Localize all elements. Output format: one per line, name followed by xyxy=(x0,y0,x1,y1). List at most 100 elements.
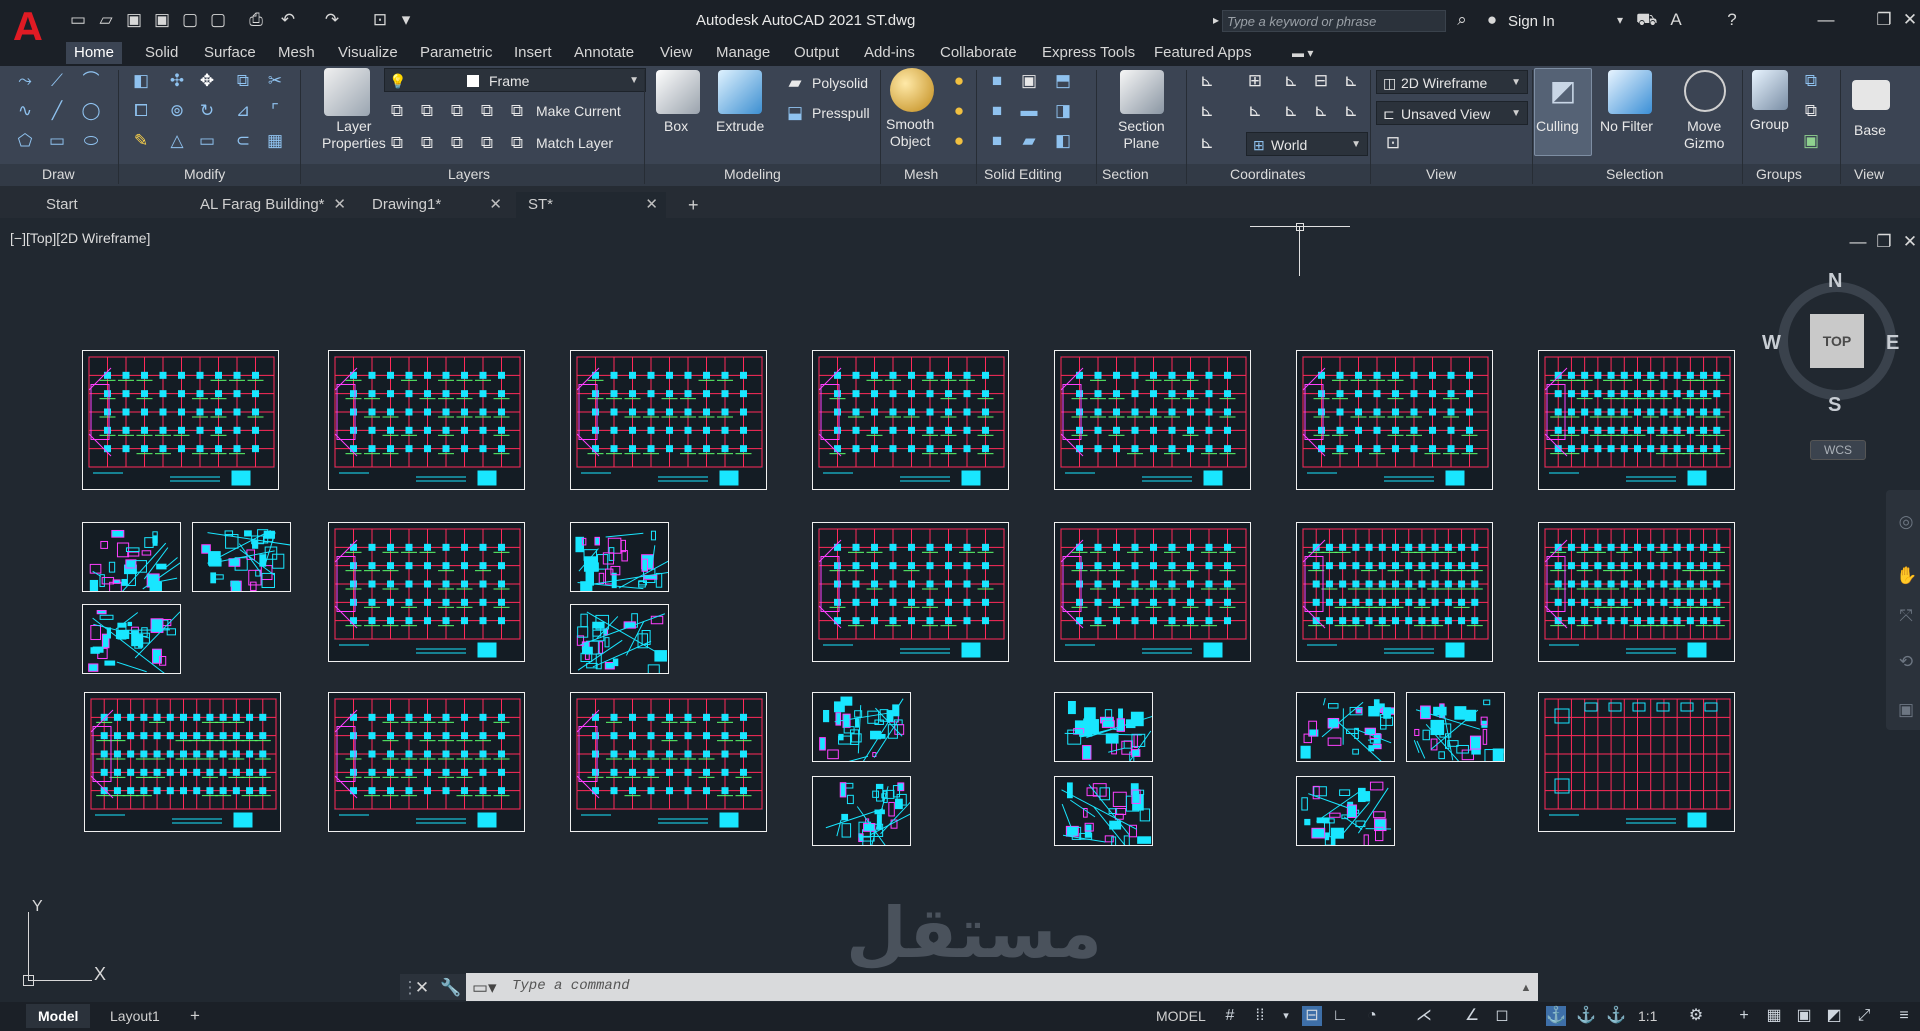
save-as-icon[interactable]: ▣ xyxy=(152,10,172,30)
extract-edges-icon[interactable]: ◨ xyxy=(1052,100,1074,122)
group-select-icon[interactable]: ▣ xyxy=(1800,130,1822,152)
drawing-sheet[interactable] xyxy=(82,350,279,490)
customize-qat-icon[interactable]: ▾ xyxy=(396,10,416,30)
snap-dropdown-icon[interactable]: ▾ xyxy=(1276,1006,1296,1026)
drawing-sheet[interactable] xyxy=(1296,776,1395,846)
tab-collaborate[interactable]: Collaborate xyxy=(932,42,1025,64)
search-icon[interactable]: ⌕ xyxy=(1452,10,1472,30)
tab-output[interactable]: Output xyxy=(786,42,847,64)
drawing-sheet[interactable] xyxy=(1538,350,1735,490)
undo-icon[interactable]: ↶ xyxy=(278,10,298,30)
annotation-scale-icon[interactable]: ⚓ xyxy=(1606,1006,1626,1026)
tab-visualize[interactable]: Visualize xyxy=(330,42,406,64)
drawing-sheet[interactable] xyxy=(1054,350,1251,490)
drawing-sheet[interactable] xyxy=(84,692,281,832)
new-file-icon[interactable]: ▭ xyxy=(68,10,88,30)
showmotion-icon[interactable]: ▣ xyxy=(1896,700,1916,720)
cart-icon[interactable]: ⛟ xyxy=(1636,10,1657,30)
panel-title-view[interactable]: View xyxy=(1426,166,1456,182)
grid-icon[interactable]: # xyxy=(1220,1006,1240,1026)
fillet-icon[interactable]: ⌜ xyxy=(264,100,286,122)
array-rect-icon[interactable]: ▦ xyxy=(264,130,286,152)
move-icon[interactable]: ✥ xyxy=(196,70,218,92)
drawing-sheet[interactable] xyxy=(570,692,767,832)
layout-tab-layout1[interactable]: Layout1 xyxy=(98,1004,172,1028)
move-gizmo-button[interactable]: Move Gizmo xyxy=(1684,118,1724,152)
wcs-menu[interactable]: WCS xyxy=(1810,440,1866,460)
ucs-3point-icon[interactable]: ⊾ xyxy=(1196,100,1218,122)
circle-icon[interactable]: ◯ xyxy=(80,100,102,122)
polyline-icon[interactable]: ⤳ xyxy=(14,70,36,92)
drawing-sheet[interactable] xyxy=(570,604,669,674)
infer-constraints-icon[interactable]: ⊟ xyxy=(1302,1006,1322,1026)
drawing-sheet[interactable] xyxy=(1054,522,1251,662)
doc-tab-st[interactable]: ST* ✕ xyxy=(516,192,666,218)
open-web-icon[interactable]: ▢ xyxy=(180,10,200,30)
viewport-minimize-icon[interactable]: — xyxy=(1848,232,1868,252)
make-current-button[interactable]: Make Current xyxy=(536,103,621,119)
ribbon-minimize-icon[interactable]: ▬ ▾ xyxy=(1284,42,1321,64)
save-web-icon[interactable]: ▢ xyxy=(208,10,228,30)
make-current-icon[interactable]: ⧉ xyxy=(506,100,528,122)
solid-history-icon[interactable]: ⬒ xyxy=(1052,70,1074,92)
plot-icon[interactable]: ⎙ xyxy=(246,10,266,30)
graphics-performance-icon[interactable]: ◩ xyxy=(1824,1006,1844,1026)
ucs-object-icon[interactable]: ⊾ xyxy=(1340,70,1362,92)
group-edit-icon[interactable]: ⧉ xyxy=(1800,100,1822,122)
minimize-icon[interactable]: — xyxy=(1816,10,1836,30)
layer-properties-icon[interactable] xyxy=(324,68,370,116)
open-file-icon[interactable]: ▱ xyxy=(96,10,116,30)
polysolid-button[interactable]: Polysolid xyxy=(812,75,868,91)
command-input[interactable]: Type a command xyxy=(512,978,630,994)
box-icon[interactable] xyxy=(656,70,700,114)
close-tab-icon[interactable]: ✕ xyxy=(333,192,346,218)
rotate-icon[interactable]: ↻ xyxy=(196,100,218,122)
panel-title-draw[interactable]: Draw xyxy=(42,166,75,182)
line-icon[interactable]: ╱ xyxy=(46,100,68,122)
explode-icon[interactable]: ▭ xyxy=(196,130,218,152)
ucs-y-icon[interactable]: ⊾ xyxy=(1280,100,1302,122)
pan-icon[interactable]: ✋ xyxy=(1896,566,1917,586)
subtract-icon[interactable]: ▣ xyxy=(1018,70,1040,92)
erase-icon[interactable]: ✎ xyxy=(130,130,152,152)
panel-title-modify[interactable]: Modify xyxy=(184,166,225,182)
signin-dropdown-icon[interactable]: ▾ xyxy=(1610,10,1630,30)
presspull-icon[interactable]: ⬓ xyxy=(784,102,806,124)
join-icon[interactable]: ⊂ xyxy=(232,130,254,152)
compass-east[interactable]: E xyxy=(1886,332,1899,355)
drawing-sheet[interactable] xyxy=(1406,692,1505,762)
drawing-sheet[interactable] xyxy=(1538,522,1735,662)
tab-annotate[interactable]: Annotate xyxy=(566,42,642,64)
drawing-sheet[interactable] xyxy=(1054,776,1153,846)
redo-icon[interactable]: ↷ xyxy=(322,10,342,30)
tab-express-tools[interactable]: Express Tools xyxy=(1034,42,1143,64)
trim-icon[interactable]: ✂ xyxy=(264,70,286,92)
command-recent-icon[interactable]: ▭▾ xyxy=(472,978,497,998)
viewport-close-icon[interactable]: ✕ xyxy=(1900,232,1920,252)
share-icon[interactable]: ⊡ xyxy=(370,10,390,30)
panel-title-mesh[interactable]: Mesh xyxy=(904,166,938,182)
layer-isolate-icon[interactable]: ⧉ xyxy=(416,100,438,122)
search-input[interactable]: Type a keyword or phrase xyxy=(1222,10,1446,32)
drawing-sheet[interactable] xyxy=(1054,692,1153,762)
layer-thaw-icon[interactable]: ⧉ xyxy=(416,132,438,154)
culling-button[interactable]: Culling xyxy=(1536,118,1579,134)
workspace-gear-icon[interactable]: ⚙ xyxy=(1686,1006,1706,1026)
drawing-sheet[interactable] xyxy=(812,692,911,762)
group-icon[interactable] xyxy=(1752,70,1788,110)
polygon-icon[interactable]: ⬠ xyxy=(14,130,36,152)
annotation-scale[interactable]: 1:1 xyxy=(1626,1004,1669,1028)
base-view-icon[interactable] xyxy=(1852,80,1890,110)
layer-unisolate-icon[interactable]: ⧉ xyxy=(386,132,408,154)
base-button[interactable]: Base xyxy=(1854,122,1886,138)
ucs-origin-icon[interactable]: ⊾ xyxy=(1280,70,1302,92)
annotation-monitor-icon[interactable]: + xyxy=(1734,1006,1754,1026)
panel-title-view-2[interactable]: View xyxy=(1854,166,1884,182)
add-layout-button[interactable]: + xyxy=(178,1004,212,1028)
drawing-sheet[interactable] xyxy=(570,522,669,592)
tab-featured-apps[interactable]: Featured Apps xyxy=(1146,42,1260,64)
isodraft-icon[interactable]: ⋌ xyxy=(1414,1006,1434,1026)
arc-icon[interactable]: ⌒ xyxy=(80,70,102,92)
layer-freeze-icon[interactable]: ⧉ xyxy=(446,100,468,122)
panel-title-layers[interactable]: Layers xyxy=(448,166,490,182)
